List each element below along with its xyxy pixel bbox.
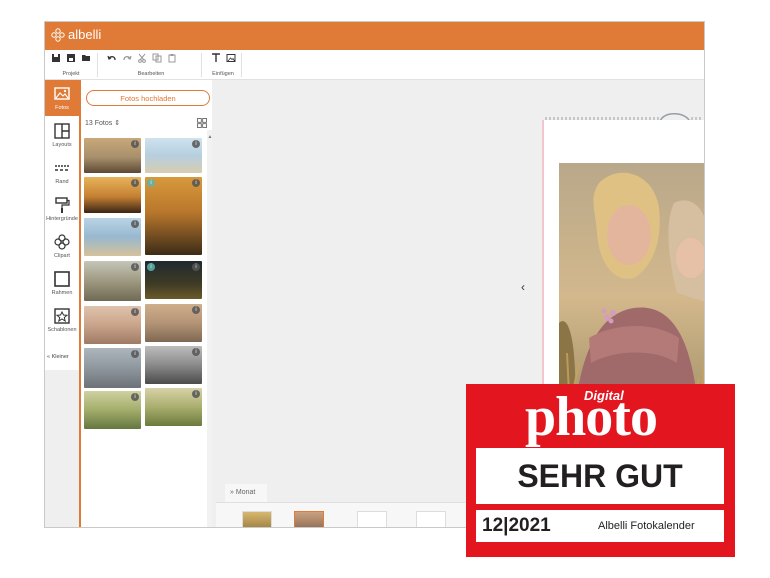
frame-icon [54, 271, 70, 287]
save-as-icon[interactable] [66, 53, 76, 63]
photo-count-dropdown[interactable]: 13 Fotos ⇕ [85, 119, 120, 127]
info-badge[interactable]: i [192, 390, 200, 398]
paste-icon[interactable] [167, 53, 177, 63]
info-badge[interactable]: i [131, 393, 139, 401]
photo-thumbnail[interactable]: i [84, 138, 141, 173]
clipart-icon [54, 234, 70, 250]
grid-view-icon[interactable] [197, 118, 207, 128]
folder-icon[interactable] [81, 53, 91, 63]
layouts-icon [54, 123, 70, 139]
brand-logo[interactable]: albelli [51, 27, 101, 42]
template-icon [54, 308, 70, 324]
toolbar-group-label: Projekt [62, 71, 80, 77]
page-thumbnail[interactable] [294, 511, 324, 527]
photo-thumbnail[interactable]: i [84, 306, 141, 344]
cut-icon[interactable] [137, 53, 147, 63]
page-thumbnail[interactable] [416, 511, 446, 527]
photo-count-label: 13 Fotos [85, 120, 113, 127]
info-badge[interactable]: i [192, 179, 200, 187]
sidebar-item-label: Rand [55, 179, 69, 185]
border-icon [55, 165, 69, 171]
redo-icon[interactable] [122, 53, 132, 63]
sidebar: Fotos Layouts Rand Hintergründe Clipart … [45, 80, 80, 370]
save-icon[interactable] [51, 53, 61, 63]
info-badge[interactable]: i [131, 220, 139, 228]
photo-thumbnail[interactable]: i [145, 304, 202, 342]
top-bar: albelli [45, 22, 704, 50]
sidebar-item-label: Fotos [55, 105, 69, 111]
image-icon[interactable] [226, 53, 236, 63]
photo-thumbnail[interactable]: i [84, 391, 141, 429]
double-chevron-down-icon: » [230, 489, 234, 496]
sidebar-item-label: Clipart [54, 253, 70, 259]
collapse-sidebar-button[interactable]: « Kleiner [47, 354, 69, 360]
photo-thumbnail[interactable]: i [84, 218, 141, 256]
seal-magazine-main: photo [525, 386, 658, 448]
sidebar-item-label: Schablonen [47, 327, 77, 333]
sidebar-item-layouts[interactable]: Layouts [45, 117, 79, 153]
photo-thumbnail[interactable]: i [84, 177, 141, 213]
text-icon[interactable] [211, 53, 221, 63]
photo-thumbnail[interactable]: i [84, 261, 141, 301]
month-toggle-label: Monat [235, 489, 256, 496]
sort-icon: ⇕ [114, 120, 121, 127]
toolbar: Projekt Bearbeiten Einfügen [45, 50, 704, 80]
info-badge[interactable]: i [192, 348, 200, 356]
toolbar-group-bearbeiten: Bearbeiten [101, 53, 202, 77]
selected-badge[interactable]: i [147, 179, 155, 187]
photos-icon [54, 87, 70, 100]
photo-thumbnail[interactable]: i [145, 388, 202, 426]
info-badge[interactable]: i [192, 306, 200, 314]
brand-name: albelli [68, 27, 102, 42]
info-badge[interactable]: i [131, 308, 139, 316]
double-chevron-left-icon: « [47, 354, 51, 360]
sidebar-item-label: Layouts [52, 142, 72, 148]
toolbar-group-label: Einfügen [212, 71, 234, 77]
photo-thumbnail[interactable]: ii [145, 177, 202, 255]
page-thumbnail[interactable] [242, 511, 272, 527]
toolbar-group-label: Bearbeiten [137, 71, 165, 77]
info-badge[interactable]: i [131, 350, 139, 358]
sidebar-item-hintergruende[interactable]: Hintergründe [45, 191, 79, 227]
seal-footer: 12|2021 Albelli Fotokalender [476, 510, 724, 542]
sidebar-item-fotos[interactable]: Fotos [45, 80, 79, 116]
info-badge[interactable]: i [192, 140, 200, 148]
seal-product: Albelli Fotokalender [598, 520, 695, 532]
sidebar-item-label: Hintergründe [46, 216, 78, 222]
info-badge[interactable]: i [192, 263, 200, 271]
seal-verdict-box: SEHR GUT [476, 448, 724, 504]
toolbar-group-projekt: Projekt [45, 53, 98, 77]
toolbar-group-einfuegen: Einfügen [205, 53, 242, 77]
sidebar-item-clipart[interactable]: Clipart [45, 228, 79, 264]
undo-icon[interactable] [107, 53, 117, 63]
month-toggle-button[interactable]: » Monat [225, 484, 267, 502]
sidebar-item-schablonen[interactable]: Schablonen [45, 302, 79, 338]
photo-thumbnail[interactable]: i [145, 138, 202, 173]
photo-thumbnail[interactable]: i [145, 346, 202, 384]
sidebar-item-rand[interactable]: Rand [45, 154, 79, 190]
paint-roller-icon [55, 197, 70, 213]
test-award-seal: Digital photo SEHR GUT 12|2021 Albelli F… [466, 384, 735, 557]
photo-thumbnail[interactable]: i [84, 348, 141, 388]
info-badge[interactable]: i [131, 179, 139, 187]
photos-panel: Fotos hochladen 13 Fotos ⇕ i i i ii i i … [79, 80, 214, 527]
collapse-label: Kleiner [51, 354, 69, 360]
sidebar-item-rahmen[interactable]: Rahmen [45, 265, 79, 301]
photo-thumbnail[interactable]: ii [145, 261, 202, 299]
flower-logo-icon [51, 27, 65, 42]
seal-issue: 12|2021 [482, 515, 551, 536]
info-badge[interactable]: i [131, 263, 139, 271]
upload-photos-button[interactable]: Fotos hochladen [86, 90, 210, 106]
copy-icon[interactable] [152, 53, 162, 63]
chevron-left-icon[interactable]: ‹ [521, 280, 525, 294]
seal-verdict: SEHR GUT [517, 458, 683, 494]
sidebar-item-label: Rahmen [51, 290, 73, 296]
selected-badge[interactable]: i [147, 263, 155, 271]
info-badge[interactable]: i [131, 140, 139, 148]
page-thumbnail[interactable] [357, 511, 387, 527]
